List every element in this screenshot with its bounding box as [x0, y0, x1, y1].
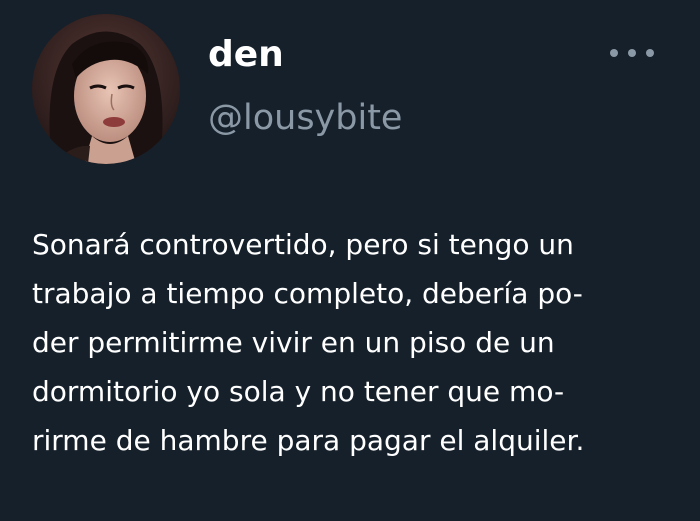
- tweet-text-line: Sonará controvertido, pero si tengo un: [32, 228, 574, 261]
- tweet-text: Sonará controvertido, pero si tengo un t…: [32, 220, 682, 465]
- tweet-text-line: rirme de hambre para pagar el alquiler.: [32, 424, 585, 457]
- avatar[interactable]: [32, 14, 180, 164]
- avatar-photo: [32, 14, 180, 164]
- tweet-text-line: dormitorio yo sola y no tener que mo-: [32, 375, 565, 408]
- more-options-button[interactable]: [604, 38, 660, 68]
- tweet-card: den @lousybite Sonará controvertido, per…: [0, 0, 700, 521]
- more-horizontal-icon: [610, 49, 654, 57]
- tweet-text-line: der permitirme vivir en un piso de un: [32, 326, 555, 359]
- display-name[interactable]: den: [208, 33, 284, 77]
- tweet-text-line: trabajo a tiempo completo, debería po-: [32, 277, 583, 310]
- user-handle[interactable]: @lousybite: [208, 96, 402, 140]
